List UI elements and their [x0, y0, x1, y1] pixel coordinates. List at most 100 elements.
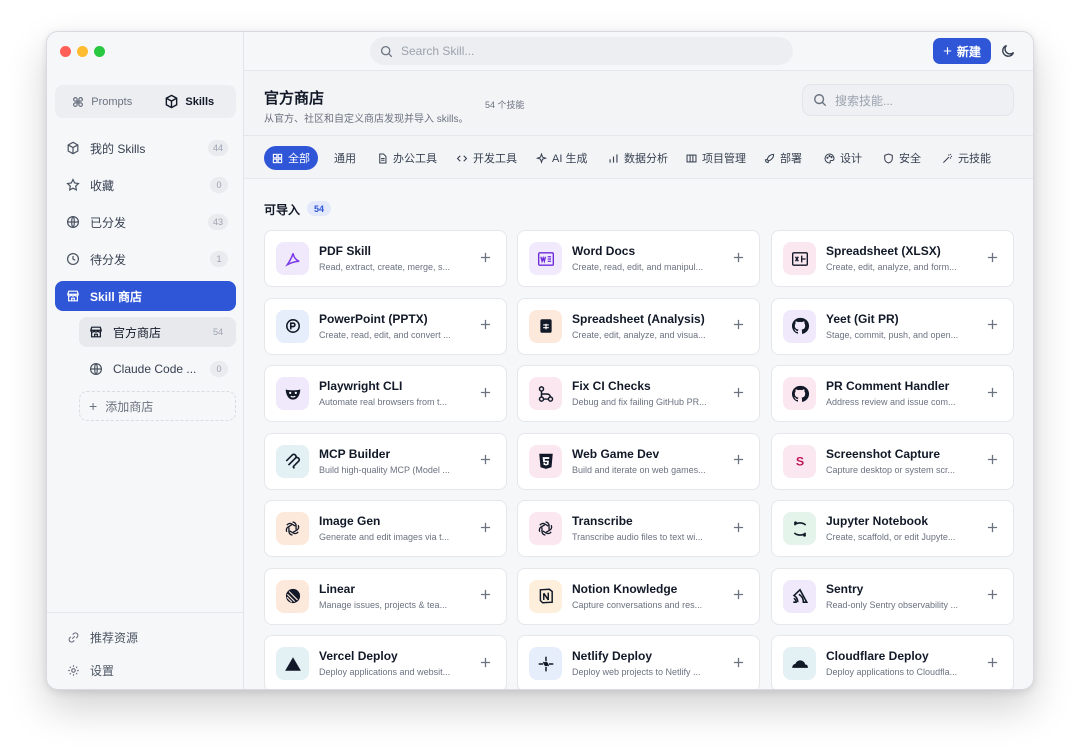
import-skill-button[interactable]: [476, 316, 494, 334]
category-tab[interactable]: 通用: [326, 146, 364, 170]
import-skill-button[interactable]: [983, 316, 1001, 334]
category-tab[interactable]: 开发工具: [448, 146, 525, 170]
import-skill-button[interactable]: [729, 248, 747, 266]
import-skill-button[interactable]: [729, 518, 747, 536]
global-search-input[interactable]: Search Skill...: [370, 37, 793, 65]
close-window-button[interactable]: [60, 46, 71, 57]
gear-icon: [65, 662, 81, 678]
skill-card[interactable]: Image Gen Generate and edit images via t.…: [264, 500, 507, 557]
plus-icon: [480, 589, 490, 600]
import-skill-button[interactable]: [729, 451, 747, 469]
import-skill-button[interactable]: [476, 248, 494, 266]
dark-mode-toggle-icon[interactable]: [1000, 43, 1016, 59]
sidebar-item-pending[interactable]: 待分发 1: [55, 244, 236, 274]
import-skill-button[interactable]: [983, 451, 1001, 469]
plus-icon: [733, 657, 743, 667]
import-skill-button[interactable]: [476, 653, 494, 671]
skill-title: Cloudflare Deploy: [826, 649, 929, 663]
import-skill-button[interactable]: [983, 248, 1001, 266]
skill-description: Create, read, edit, and convert ...: [319, 329, 451, 340]
skill-description: Address review and issue com...: [826, 397, 956, 407]
category-tab[interactable]: 办公工具: [369, 146, 445, 170]
category-tab[interactable]: 全部: [264, 146, 318, 170]
count-badge: 1: [210, 251, 228, 267]
plus-icon: [987, 252, 997, 262]
sidebar-item-skill-store[interactable]: Skill 商店: [55, 281, 236, 311]
import-skill-button[interactable]: [983, 518, 1001, 536]
skill-card[interactable]: PR Comment Handler Address review and iss…: [771, 365, 1014, 422]
skill-card[interactable]: Jupyter Notebook Create, scaffold, or edi…: [771, 500, 1014, 557]
maximize-window-button[interactable]: [94, 46, 105, 57]
category-tab[interactable]: 项目管理: [678, 146, 754, 170]
import-skill-button[interactable]: [476, 586, 494, 604]
plus-icon: [480, 454, 490, 465]
sentry-icon: [783, 579, 816, 613]
search-placeholder: 搜索技能...: [835, 93, 894, 108]
cube-icon: [166, 94, 178, 109]
skill-card[interactable]: Sentry Read-only Sentry observability ...: [771, 567, 1014, 625]
section-count-badge: 54: [307, 201, 332, 216]
import-skill-button[interactable]: [983, 653, 1001, 671]
skill-card[interactable]: Fix CI Checks Debug and fix failing GitHu…: [517, 365, 760, 422]
skill-card[interactable]: MCP Builder Build high-quality MCP (Model…: [264, 432, 507, 490]
skill-card[interactable]: Linear Manage issues, projects & tea...: [264, 567, 507, 625]
import-skill-button[interactable]: [983, 383, 1001, 401]
rocket-icon: [764, 153, 775, 164]
import-skill-button[interactable]: [476, 383, 494, 401]
skill-title: Linear: [319, 581, 356, 596]
sidebar-item-distributed[interactable]: 已分发 43: [55, 207, 236, 237]
store-item-claude-code[interactable]: Claude Code ... 0: [79, 354, 236, 384]
import-skill-button[interactable]: [476, 518, 494, 536]
sidebar-item-my-skills[interactable]: 我的 Skills 44: [55, 133, 236, 163]
sidebar-item-resources[interactable]: 推荐资源: [55, 623, 235, 651]
prompts-tab[interactable]: Prompts: [58, 88, 146, 115]
top-bar: Search Skill... + 新建: [244, 32, 1033, 71]
notion-icon: [529, 579, 562, 613]
add-store-button[interactable]: + 添加商店: [79, 391, 236, 421]
sidebar-item-favorites[interactable]: 收藏 0: [55, 170, 236, 200]
category-tab[interactable]: 安全: [875, 146, 929, 170]
skill-search-input[interactable]: 搜索技能...: [802, 84, 1014, 116]
skill-card[interactable]: Web Game Dev Build and iterate on web gam…: [517, 432, 760, 490]
import-skill-button[interactable]: [729, 586, 747, 604]
category-tab[interactable]: 元技能: [934, 146, 999, 170]
skill-card[interactable]: Word Docs Create, read, edit, and manipul…: [517, 230, 760, 287]
skill-card[interactable]: Yeet (Git PR) Stage, commit, push, and op…: [771, 297, 1014, 355]
category-tab-label: AI 生成: [552, 153, 588, 165]
skill-title: Playwright CLI: [319, 379, 403, 393]
skill-card[interactable]: Vercel Deploy Deploy applications and web…: [264, 635, 507, 689]
skill-card[interactable]: PDF Skill Read, extract, create, merge, s…: [264, 230, 507, 287]
powerpoint-icon: [276, 309, 309, 343]
category-tab[interactable]: 部署: [756, 146, 810, 170]
sidebar-item-settings[interactable]: 设置: [55, 656, 235, 684]
import-skill-button[interactable]: [983, 586, 1001, 604]
plus-icon: [480, 252, 490, 262]
category-tab[interactable]: 数据分析: [600, 146, 676, 170]
skill-card[interactable]: Spreadsheet (Analysis) Create, edit, anal…: [517, 297, 760, 355]
import-skill-button[interactable]: [729, 383, 747, 401]
skill-card[interactable]: Spreadsheet (XLSX) Create, edit, analyze,…: [771, 230, 1014, 287]
skill-card[interactable]: Netlify Deploy Deploy web projects to Net…: [517, 635, 760, 689]
import-skill-button[interactable]: [729, 316, 747, 334]
jupyter-icon: [783, 512, 816, 545]
import-skill-button[interactable]: [476, 451, 494, 469]
skill-card[interactable]: Notion Knowledge Capture conversations an…: [517, 567, 760, 625]
plus-icon: [987, 657, 997, 667]
skill-description: Create, edit, analyze, and visua...: [572, 329, 706, 340]
category-tab[interactable]: AI 生成: [528, 146, 595, 170]
store-item-official[interactable]: 官方商店 54: [79, 317, 236, 347]
store-header: 官方商店 从官方、社区和自定义商店发现并导入 skills。 54 个技能 搜索…: [244, 71, 1033, 136]
new-button[interactable]: + 新建: [933, 38, 991, 64]
skill-card[interactable]: Playwright CLI Automate real browsers fro…: [264, 365, 507, 422]
category-tab[interactable]: 设计: [816, 146, 870, 170]
minimize-window-button[interactable]: [77, 46, 88, 57]
import-skill-button[interactable]: [729, 653, 747, 671]
skill-card[interactable]: PowerPoint (PPTX) Create, read, edit, and…: [264, 297, 507, 355]
skill-card[interactable]: S Screenshot Capture Capture desktop or sy…: [771, 432, 1014, 490]
skill-card[interactable]: Transcribe Transcribe audio files to text…: [517, 500, 760, 557]
skill-description: Build high-quality MCP (Model ...: [319, 464, 450, 475]
skills-tab[interactable]: Skills: [146, 88, 234, 115]
skill-description: Deploy applications and websit...: [319, 667, 451, 677]
svg-text:S: S: [795, 455, 803, 469]
skill-card[interactable]: Cloudflare Deploy Deploy applications to …: [771, 635, 1014, 689]
